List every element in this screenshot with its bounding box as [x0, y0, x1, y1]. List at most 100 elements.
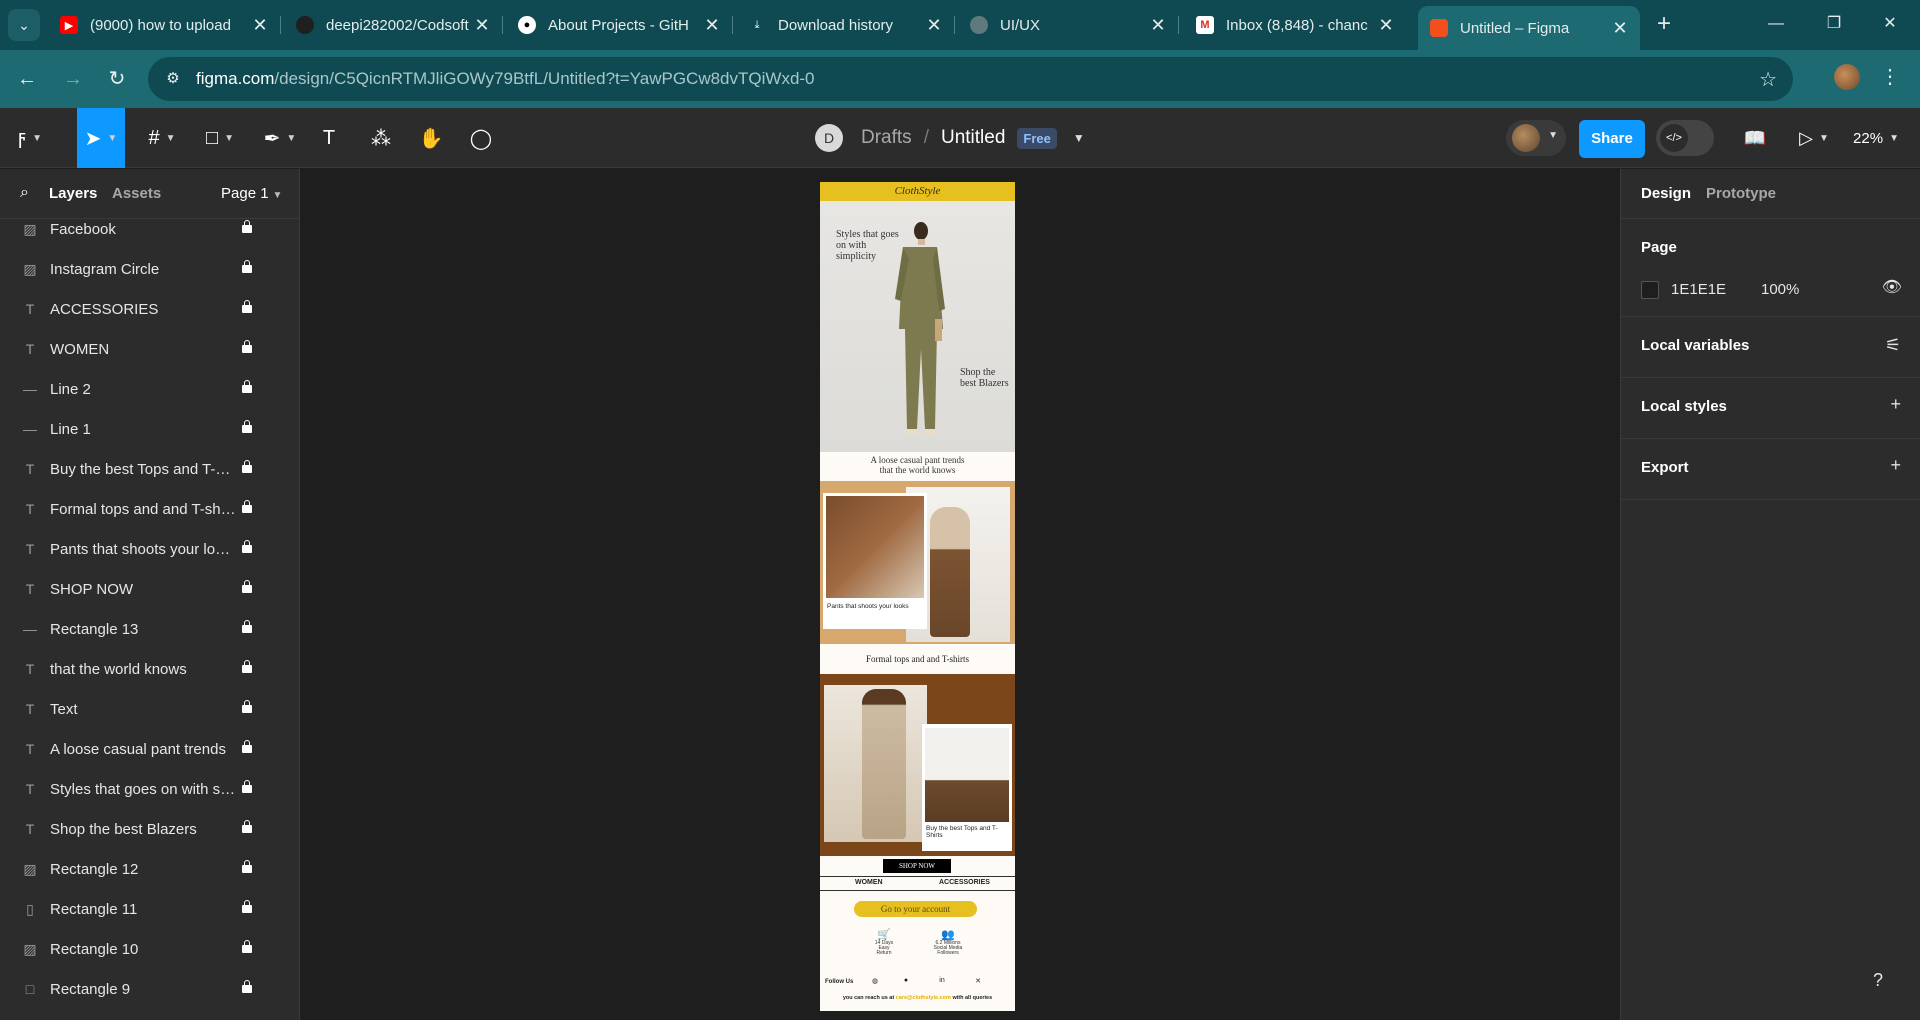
- lock-icon[interactable]: [242, 420, 252, 433]
- layer-row[interactable]: T Formal tops and and T-shirts: [0, 489, 299, 529]
- new-tab-button[interactable]: +: [1650, 10, 1678, 38]
- layer-row[interactable]: T WOMEN: [0, 329, 299, 369]
- close-icon[interactable]: ✕: [1146, 15, 1170, 36]
- layer-row[interactable]: ▨ Rectangle 12: [0, 849, 299, 889]
- layer-row[interactable]: — Rectangle 13: [0, 609, 299, 649]
- close-icon[interactable]: ✕: [1608, 18, 1632, 39]
- tab-design[interactable]: Design: [1641, 185, 1691, 202]
- tab-figma-active[interactable]: Untitled – Figma ✕: [1418, 6, 1640, 50]
- close-icon[interactable]: ✕: [1374, 15, 1398, 36]
- page-selector[interactable]: Page 1 ▼: [221, 185, 282, 202]
- file-name[interactable]: Untitled: [941, 127, 1005, 149]
- site-info-icon[interactable]: ⚙: [162, 68, 184, 90]
- resources-tool[interactable]: ⁂: [364, 108, 398, 168]
- profile-avatar[interactable]: [1834, 64, 1860, 90]
- lock-icon[interactable]: [242, 980, 252, 993]
- layer-row[interactable]: T Styles that goes on with simplicity: [0, 769, 299, 809]
- main-menu-button[interactable]: ϝ ▼: [0, 108, 60, 168]
- layer-row[interactable]: T Pants that shoots your looks: [0, 529, 299, 569]
- eye-icon[interactable]: 👁: [1882, 277, 1902, 297]
- layer-row[interactable]: □ Rectangle 9: [0, 969, 299, 1009]
- workspace-avatar[interactable]: D: [815, 124, 843, 152]
- sliders-icon[interactable]: ⚟: [1885, 335, 1901, 356]
- lock-icon[interactable]: [242, 940, 252, 953]
- layer-row[interactable]: T SHOP NOW: [0, 569, 299, 609]
- export-section[interactable]: Export +: [1621, 439, 1920, 500]
- lock-icon[interactable]: [242, 820, 252, 833]
- dev-mode-toggle[interactable]: </>: [1656, 120, 1714, 156]
- library-button[interactable]: 📖: [1740, 108, 1770, 168]
- layer-row[interactable]: ▨ Facebook: [0, 209, 299, 249]
- lock-icon[interactable]: [242, 900, 252, 913]
- multiplayer-avatar-button[interactable]: ▼: [1506, 120, 1566, 156]
- lock-icon[interactable]: [242, 380, 252, 393]
- page-color-swatch[interactable]: [1641, 281, 1659, 299]
- layer-row[interactable]: ▨Rectangle 8: [0, 1009, 299, 1020]
- tab-download-history[interactable]: ⤓ Download history ✕: [736, 8, 954, 42]
- lock-icon[interactable]: [242, 620, 252, 633]
- lock-icon[interactable]: [242, 740, 252, 753]
- page-color-value[interactable]: 1E1E1E: [1671, 281, 1726, 298]
- lock-icon[interactable]: [242, 260, 252, 273]
- pen-tool[interactable]: ✒ ▼: [256, 108, 304, 168]
- reload-button[interactable]: ↻: [102, 64, 132, 94]
- search-icon[interactable]: ⌕: [20, 184, 29, 202]
- address-bar[interactable]: ⚙ figma.com/design/C5QicnRTMJliGOWy79Btf…: [148, 57, 1793, 101]
- browser-menu-icon[interactable]: ⋮: [1880, 62, 1900, 92]
- plus-icon[interactable]: +: [1890, 455, 1901, 476]
- tab-assets[interactable]: Assets: [112, 185, 161, 202]
- tab-search-button[interactable]: ⌄: [8, 9, 40, 41]
- lock-icon[interactable]: [242, 340, 252, 353]
- local-variables-section[interactable]: Local variables ⚟: [1621, 317, 1920, 378]
- lock-icon[interactable]: [242, 500, 252, 513]
- plus-icon[interactable]: +: [1890, 394, 1901, 415]
- page-opacity-value[interactable]: 100%: [1761, 281, 1799, 298]
- drafts-link[interactable]: Drafts: [861, 127, 912, 149]
- close-icon[interactable]: ✕: [700, 15, 724, 36]
- layer-row[interactable]: T Buy the best Tops and T-shirts: [0, 449, 299, 489]
- tab-about-projects[interactable]: ● About Projects - GitH ✕: [506, 8, 732, 42]
- lock-icon[interactable]: [242, 780, 252, 793]
- layer-row[interactable]: — Line 2: [0, 369, 299, 409]
- help-button[interactable]: ?: [1860, 962, 1896, 998]
- forward-button[interactable]: →: [58, 64, 88, 94]
- lock-icon[interactable]: [242, 220, 252, 233]
- restore-button[interactable]: ❐: [1814, 10, 1854, 38]
- lock-icon[interactable]: [242, 300, 252, 313]
- tab-uiux[interactable]: UI/UX ✕: [958, 8, 1178, 42]
- back-button[interactable]: ←: [12, 64, 42, 94]
- close-icon[interactable]: ✕: [922, 15, 946, 36]
- lock-icon[interactable]: [242, 540, 252, 553]
- lock-icon[interactable]: [242, 460, 252, 473]
- bookmark-star-icon[interactable]: ☆: [1759, 67, 1777, 92]
- local-styles-section[interactable]: Local styles +: [1621, 378, 1920, 439]
- chevron-down-icon[interactable]: ▼: [1073, 131, 1085, 145]
- layer-row[interactable]: — Line 1: [0, 409, 299, 449]
- share-button[interactable]: Share: [1579, 120, 1645, 158]
- lock-icon[interactable]: [242, 580, 252, 593]
- minimize-button[interactable]: —: [1756, 10, 1796, 38]
- frame-tool[interactable]: # ▼: [138, 108, 186, 168]
- layer-row[interactable]: ▨ Instagram Circle: [0, 249, 299, 289]
- close-window-button[interactable]: ✕: [1870, 10, 1910, 38]
- zoom-menu[interactable]: 22% ▼: [1846, 108, 1906, 168]
- shape-tool[interactable]: □ ▼: [196, 108, 244, 168]
- layer-row[interactable]: T Shop the best Blazers: [0, 809, 299, 849]
- layer-row[interactable]: T A loose casual pant trends: [0, 729, 299, 769]
- layer-row[interactable]: ▨ Rectangle 10: [0, 929, 299, 969]
- hand-tool[interactable]: ✋: [414, 108, 448, 168]
- tab-codsoft[interactable]: deepi282002/Codsoft ✕: [284, 8, 502, 42]
- canvas[interactable]: ClothStyle Styles that goes on with simp…: [301, 169, 1619, 1020]
- tab-youtube[interactable]: ▶ (9000) how to upload ✕: [48, 8, 280, 42]
- comment-tool[interactable]: ◯: [464, 108, 498, 168]
- close-icon[interactable]: ✕: [248, 15, 272, 36]
- present-button[interactable]: ▷ ▼: [1794, 108, 1834, 168]
- move-tool[interactable]: ➤ ▼: [77, 108, 125, 168]
- lock-icon[interactable]: [242, 700, 252, 713]
- tab-layers[interactable]: Layers: [49, 185, 97, 202]
- layer-row[interactable]: Tthat the world knows: [0, 649, 299, 689]
- tab-prototype[interactable]: Prototype: [1706, 185, 1776, 202]
- layer-row[interactable]: T Text: [0, 689, 299, 729]
- close-icon[interactable]: ✕: [470, 15, 494, 36]
- lock-icon[interactable]: [242, 860, 252, 873]
